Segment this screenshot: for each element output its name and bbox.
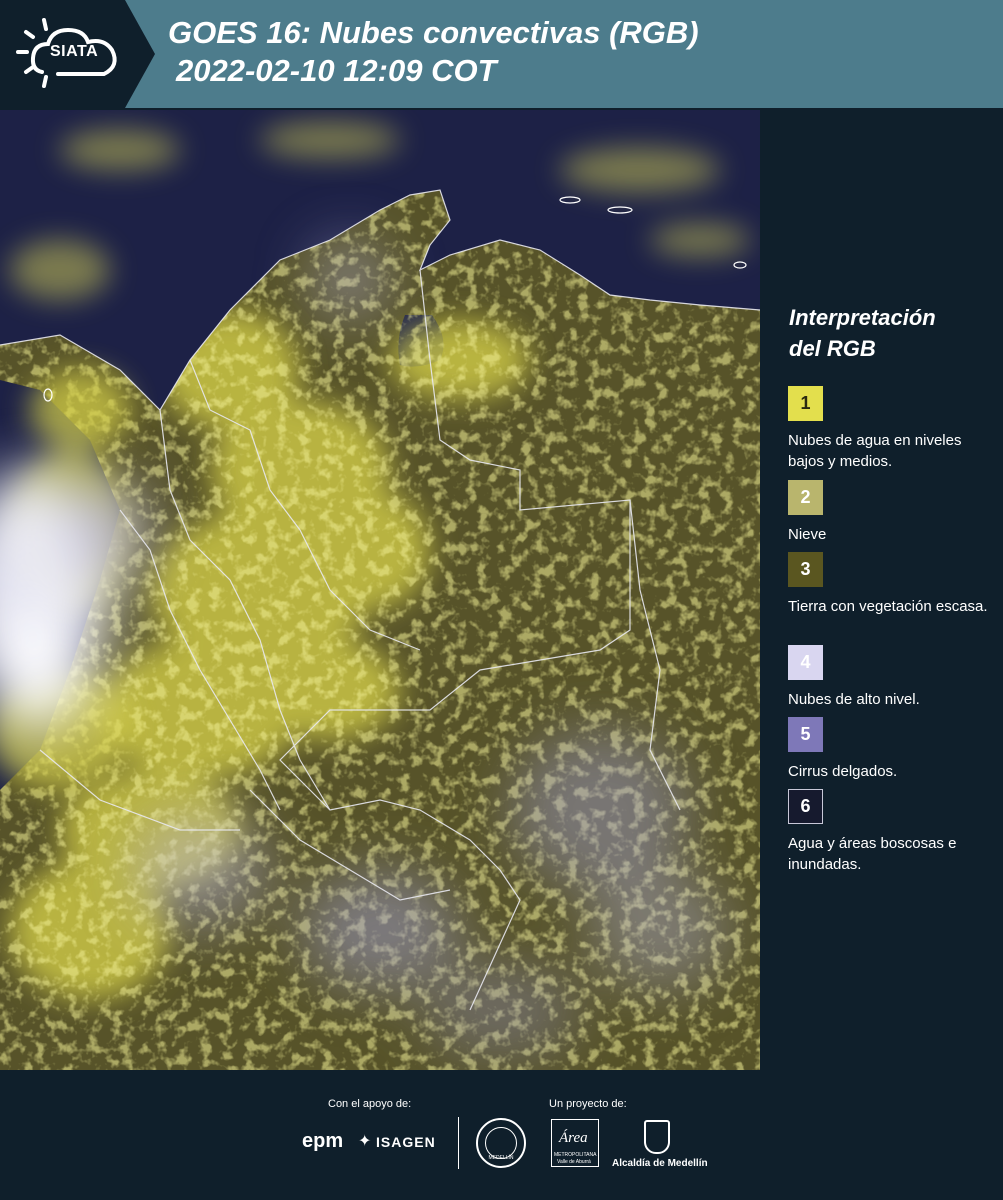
legend-title: Interpretación del RGB bbox=[789, 302, 989, 364]
page-title: GOES 16: Nubes convectivas (RGB) 2022-02… bbox=[168, 14, 699, 90]
legend-swatch-3: 3 bbox=[788, 552, 823, 587]
footer: Con el apoyo de: Un proyecto de: epm ✦ I… bbox=[0, 1070, 1003, 1200]
legend-title-line1: Interpretación bbox=[789, 305, 936, 330]
seal-text: MEDELLÍN bbox=[488, 1155, 514, 1161]
area-logo-sub2: Valle de Aburrá bbox=[557, 1159, 591, 1165]
legend-swatch-5: 5 bbox=[788, 717, 823, 752]
header: SIATA GOES 16: Nubes convectivas (RGB) 2… bbox=[0, 0, 1003, 108]
legend-item-6: 6 Agua y áreas boscosas e inundadas. bbox=[788, 789, 998, 875]
medellin-seal-icon: MEDELLÍN bbox=[476, 1118, 526, 1168]
title-datetime: 2022-02-10 12:09 COT bbox=[176, 53, 497, 88]
legend-label-3: Tierra con vegetación escasa. bbox=[788, 598, 988, 615]
satellite-map bbox=[0, 110, 760, 1070]
legend-label-6: Agua y áreas boscosas e inundadas. bbox=[788, 835, 957, 873]
legend-item-2: 2 Nieve bbox=[788, 480, 998, 545]
legend-swatch-2: 2 bbox=[788, 480, 823, 515]
legend-item-4: 4 Nubes de alto nivel. bbox=[788, 645, 998, 710]
footer-divider bbox=[458, 1117, 459, 1169]
legend-label-2: Nieve bbox=[788, 526, 827, 543]
legend-swatch-4: 4 bbox=[788, 645, 823, 680]
siata-logo: SIATA bbox=[0, 0, 155, 108]
legend-label-1: Nubes de agua en niveles bajos y medios. bbox=[788, 432, 962, 470]
area-metropolitana-logo: Área METROPOLITANA Valle de Aburrá bbox=[551, 1119, 599, 1167]
project-caption: Un proyecto de: bbox=[549, 1098, 627, 1110]
legend-item-5: 5 Cirrus delgados. bbox=[788, 717, 998, 782]
area-logo-sub1: METROPOLITANA bbox=[554, 1152, 597, 1158]
legend-title-line2: del RGB bbox=[789, 336, 876, 361]
isagen-icon: ✦ bbox=[358, 1133, 372, 1150]
alcaldia-logo-text: Alcaldía de Medellín bbox=[612, 1158, 708, 1169]
title-product: GOES 16: Nubes convectivas (RGB) bbox=[168, 15, 699, 50]
area-logo-word: Área bbox=[559, 1130, 588, 1146]
logo-text: SIATA bbox=[50, 43, 99, 60]
epm-logo: epm bbox=[302, 1130, 344, 1152]
legend-label-4: Nubes de alto nivel. bbox=[788, 691, 920, 708]
legend-panel: Interpretación del RGB 1 Nubes de agua e… bbox=[760, 108, 1003, 1070]
legend-swatch-6: 6 bbox=[788, 789, 823, 824]
legend-item-1: 1 Nubes de agua en niveles bajos y medio… bbox=[788, 386, 998, 472]
support-caption: Con el apoyo de: bbox=[328, 1098, 412, 1110]
isagen-logo: ISAGEN bbox=[376, 1134, 436, 1150]
legend-item-3: 3 Tierra con vegetación escasa. bbox=[788, 552, 998, 617]
legend-swatch-1: 1 bbox=[788, 386, 823, 421]
alcaldia-shield-icon bbox=[644, 1120, 670, 1154]
legend-label-5: Cirrus delgados. bbox=[788, 763, 898, 780]
